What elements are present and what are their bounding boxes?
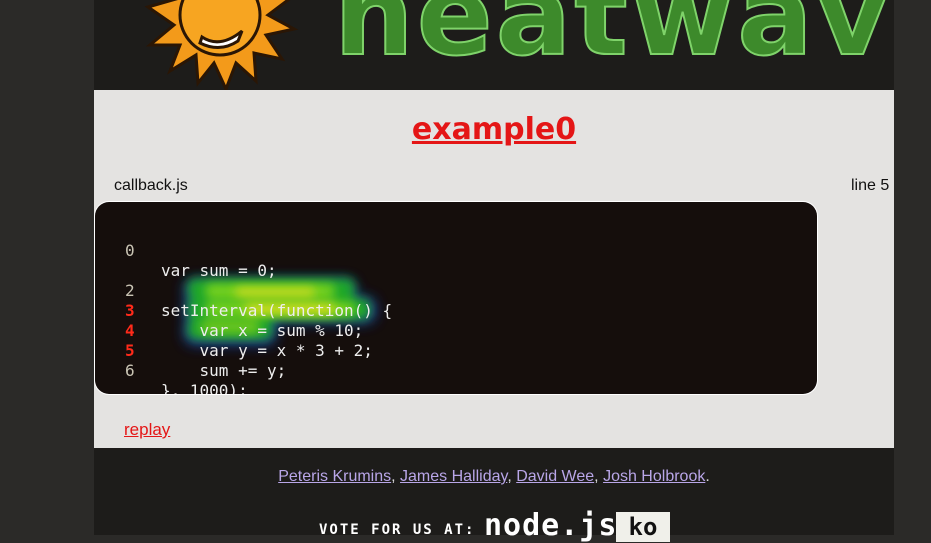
- replay-link[interactable]: replay: [124, 420, 170, 440]
- credits-separator: ,: [391, 468, 401, 485]
- code-text: sum += y;: [161, 361, 287, 380]
- ko-logo-box[interactable]: ko: [616, 512, 670, 542]
- credits-separator: ,: [507, 468, 517, 485]
- file-name-label: callback.js: [114, 177, 188, 194]
- author-link-james-halliday[interactable]: James Halliday: [400, 468, 507, 485]
- credits-separator: ,: [594, 468, 604, 485]
- author-link-josh-holbrook[interactable]: Josh Holbrook: [603, 468, 705, 485]
- code-line: 3 var x = sum % 10;: [95, 281, 817, 340]
- header-banner: heatwave: [94, 0, 894, 90]
- author-link-david-wee[interactable]: David Wee: [516, 468, 594, 485]
- author-link-peteris-krumins[interactable]: Peteris Krumins: [278, 468, 391, 485]
- vote-banner-text[interactable]: VOTE FOR US AT:: [319, 522, 475, 538]
- footer: Peteris Krumins, James Halliday, David W…: [94, 448, 894, 542]
- heatwave-logo-text: heatwave: [333, 0, 894, 81]
- code-line: 2 setInterval(function() {: [95, 261, 817, 320]
- code-line: 0 var sum = 0;: [95, 221, 817, 280]
- code-line: 4 var y = x * 3 + 2;: [95, 301, 817, 360]
- page-title[interactable]: example0: [94, 112, 894, 147]
- code-text: }, 1000);: [161, 381, 248, 394]
- node-knockout-logo[interactable]: node.js: [484, 511, 617, 541]
- current-line-indicator: line 5: [851, 177, 890, 194]
- sun-logo-icon: [144, 0, 299, 90]
- code-line: 5 sum += y;: [95, 321, 817, 380]
- code-viewer: 0 var sum = 0; 2 setInterval(function() …: [95, 202, 817, 394]
- line-number: 6: [125, 361, 135, 380]
- code-line: 6 }, 1000);: [95, 341, 817, 394]
- credits-separator: .: [705, 468, 710, 485]
- page: heatwave example0 callback.js line 5: [94, 0, 894, 542]
- credits-line: Peteris Krumins, James Halliday, David W…: [94, 468, 894, 486]
